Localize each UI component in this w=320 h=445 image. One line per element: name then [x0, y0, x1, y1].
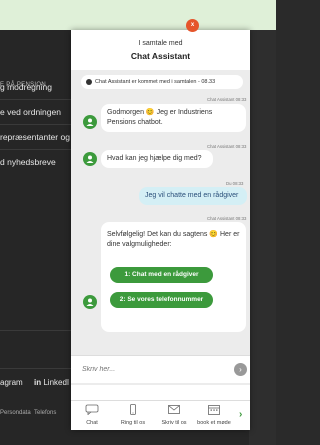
user-message: Jeg vil chatte med en rådgiver — [139, 187, 247, 205]
chat-widget: I samtale med Chat Assistant Chat Assist… — [71, 30, 250, 430]
nav-item-phone[interactable]: Ring til os — [112, 401, 154, 431]
footer-link[interactable]: e ved ordningen — [0, 107, 61, 117]
message-composer: › — [71, 355, 250, 383]
footer-link[interactable]: repræsentanter og — [0, 132, 70, 142]
message-meta: Du 08:33 — [226, 181, 244, 186]
background-right-strip — [249, 30, 276, 445]
phone-icon — [130, 404, 136, 415]
linkedin-icon: in — [34, 378, 44, 387]
message-meta: Chat Assistant 08:33 — [207, 216, 247, 221]
bot-avatar-icon — [83, 152, 97, 166]
nav-item-book-meeting[interactable]: book et møde — [193, 401, 235, 431]
social-link-linkedin[interactable]: in LinkedI — [34, 378, 69, 387]
footer-link[interactable]: g modregning — [0, 82, 52, 92]
nav-label: Chat — [86, 420, 98, 426]
arrow-right-icon: › — [239, 365, 242, 374]
chat-icon — [85, 404, 99, 415]
footer-link[interactable]: d nyhedsbreve — [0, 157, 56, 167]
chat-header-subtitle: I samtale med — [138, 40, 183, 47]
choice-button-chat-advisor[interactable]: 1: Chat med en rådgiver — [110, 267, 213, 283]
info-icon — [86, 79, 92, 85]
nav-item-mail[interactable]: Skriv til os — [153, 401, 195, 431]
bot-avatar-icon — [83, 115, 97, 129]
bot-message-text: Selvfølgelig! Det kan du sagtens 😊 Her e… — [107, 231, 240, 248]
page-top-banner — [0, 0, 276, 30]
message-input[interactable] — [82, 362, 217, 376]
chat-channel-nav: Chat Ring til os Skriv til os book et mø… — [71, 400, 250, 430]
close-chat-button[interactable]: x — [186, 19, 199, 32]
chat-transcript[interactable]: Chat Assistant er kommet med i samtalen … — [71, 70, 250, 385]
social-link-instagram[interactable]: agram — [0, 378, 23, 387]
chat-header-title: Chat Assistant — [130, 51, 191, 61]
bot-avatar-icon — [83, 295, 97, 309]
chat-join-notice-text: Chat Assistant er kommet med i samtalen … — [95, 79, 216, 85]
footer-link-persondata[interactable]: Persondata — [0, 410, 31, 416]
message-meta: Chat Assistant 08:33 — [207, 97, 247, 102]
message-meta: Chat Assistant 08:33 — [207, 144, 247, 149]
nav-label: book et møde — [197, 420, 231, 426]
nav-next-arrow-icon[interactable]: › — [239, 409, 242, 420]
calendar-icon — [208, 405, 220, 415]
nav-label: Skriv til os — [161, 420, 187, 426]
chat-header: I samtale med Chat Assistant — [71, 30, 250, 70]
social-link-label: LinkedI — [43, 378, 70, 387]
nav-item-chat[interactable]: Chat — [71, 401, 113, 431]
chat-join-notice: Chat Assistant er kommet med i samtalen … — [81, 75, 243, 89]
mail-icon — [168, 405, 180, 414]
choice-button-phone-number[interactable]: 2: Se vores telefonnummer — [110, 292, 213, 308]
send-button[interactable]: › — [234, 363, 247, 376]
bot-message: Godmorgen 😊 Jeg er Industriens Pensions … — [101, 104, 246, 132]
bot-message: Hvad kan jeg hjælpe dig med? — [101, 150, 213, 168]
footer-link-telefon[interactable]: Telefons — [34, 410, 56, 416]
nav-label: Ring til os — [120, 420, 146, 426]
